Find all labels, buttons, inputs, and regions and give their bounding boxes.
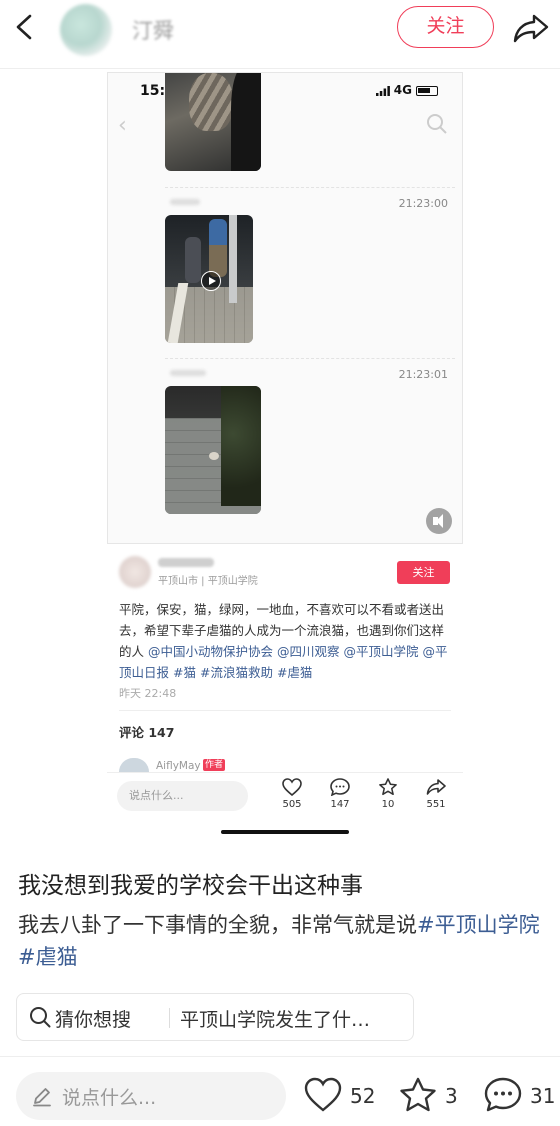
collect-count: 3 [445, 1084, 458, 1108]
suggested-search-query[interactable]: 平顶山学院发生了什… [180, 1005, 370, 1032]
mention: @四川观察 [277, 644, 340, 659]
pencil-icon [33, 1088, 51, 1107]
cat-photo [165, 73, 261, 171]
collect-button[interactable]: 3 [399, 1077, 461, 1115]
bottom-divider [0, 1056, 560, 1057]
comment-placeholder: 说点什么... [62, 1087, 157, 1109]
embedded-avatar [119, 556, 151, 588]
chevron-left-icon: ‹ [118, 113, 127, 138]
follow-button[interactable]: 关注 [397, 6, 494, 48]
comment-icon [330, 778, 350, 796]
post-description: 我去八卦了一下事情的全貌，非常气就是说#平顶山学院 #虐猫 [18, 909, 548, 973]
message-divider [165, 187, 455, 188]
search-icon [30, 1007, 51, 1028]
comment-input[interactable]: 说点什么... [16, 1072, 286, 1120]
share-count: 551 [426, 799, 446, 810]
header-divider [0, 68, 560, 69]
star-count: 10 [381, 799, 395, 810]
signal-icon [375, 85, 390, 96]
like-button[interactable]: 52 [304, 1077, 376, 1115]
blurred-sender [170, 370, 206, 376]
hashtag-link[interactable]: #平顶山学院 [417, 913, 540, 937]
embedded-comment-input: 说点什么... [117, 781, 248, 811]
embedded-divider [119, 710, 451, 711]
comment-button[interactable]: 31 [484, 1077, 556, 1115]
search-icon [427, 114, 447, 134]
status-icons: 4G [375, 83, 438, 97]
blurred-sender [170, 199, 200, 205]
author-avatar[interactable] [60, 4, 112, 56]
heart-icon [304, 1077, 342, 1112]
embedded-follow-button: 关注 [397, 561, 450, 584]
play-icon [201, 271, 221, 291]
hashtag: #虐猫 [276, 665, 313, 680]
comment-icon [484, 1077, 522, 1112]
star-icon [400, 1077, 436, 1112]
mention: @平顶山学院 [343, 644, 419, 659]
message-timestamp: 21:23:01 [398, 368, 448, 381]
embedded-star: 10 [368, 778, 408, 810]
mention: @中国小动物保护协会 [148, 644, 274, 659]
author-name[interactable]: 汀舜 [132, 15, 174, 45]
speaker-icon [426, 508, 452, 534]
suggested-search[interactable]: 猜你想搜 平顶山学院发生了什… [16, 993, 414, 1041]
commenter-avatar [119, 758, 149, 772]
post-image[interactable]: 15:54 4G ‹ 21:23:00 21:23:01 [107, 72, 463, 544]
battery-icon [416, 85, 438, 96]
separator [169, 1008, 170, 1028]
top-bar: 汀舜 关注 [0, 0, 560, 64]
like-count: 505 [282, 799, 302, 810]
author-badge: 作者 [203, 759, 226, 771]
suggested-search-label: 猜你想搜 [55, 1009, 132, 1031]
share-icon [426, 779, 446, 795]
embedded-date: 昨天 22:48 [119, 687, 177, 700]
description-text: 我去八卦了一下事情的全貌，非常气就是说 [18, 913, 417, 937]
embedded-comment: 147 [320, 778, 360, 810]
embedded-location: 平顶山市 | 平顶山学院 [158, 572, 258, 587]
embedded-like: 505 [272, 778, 312, 810]
hashtag: #猫 [173, 665, 196, 680]
commenter-name: AiflyMay [156, 760, 201, 772]
post-title: 我没想到我爱的学校会干出这种事 [18, 873, 363, 899]
embedded-post-text: 平院，保安，猫，绿网，一地血，不喜欢可以不看或者送出去，希望下辈子虐猫的人成为一… [119, 599, 451, 683]
share-icon[interactable] [512, 12, 550, 44]
like-count: 52 [350, 1084, 376, 1108]
comment-count: 147 [330, 799, 350, 810]
home-indicator [221, 830, 349, 834]
message-divider [165, 358, 455, 359]
video-thumbnail [165, 215, 253, 343]
embedded-share: 551 [416, 778, 456, 810]
comment-count: 31 [530, 1084, 556, 1108]
message-timestamp: 21:23:00 [398, 197, 448, 210]
network-label: 4G [393, 83, 412, 97]
location-text: 平顶山市 | 平顶山学院 [158, 576, 258, 587]
star-icon [379, 778, 397, 796]
hashtag: #流浪猫救助 [199, 665, 273, 680]
hashtag-link[interactable]: #虐猫 [18, 945, 78, 969]
embedded-username-blurred [158, 558, 214, 567]
heart-icon [282, 778, 302, 796]
back-arrow-icon[interactable] [10, 10, 40, 44]
embedded-comments-header: 评论 147 [119, 725, 175, 740]
path-photo [165, 386, 261, 514]
